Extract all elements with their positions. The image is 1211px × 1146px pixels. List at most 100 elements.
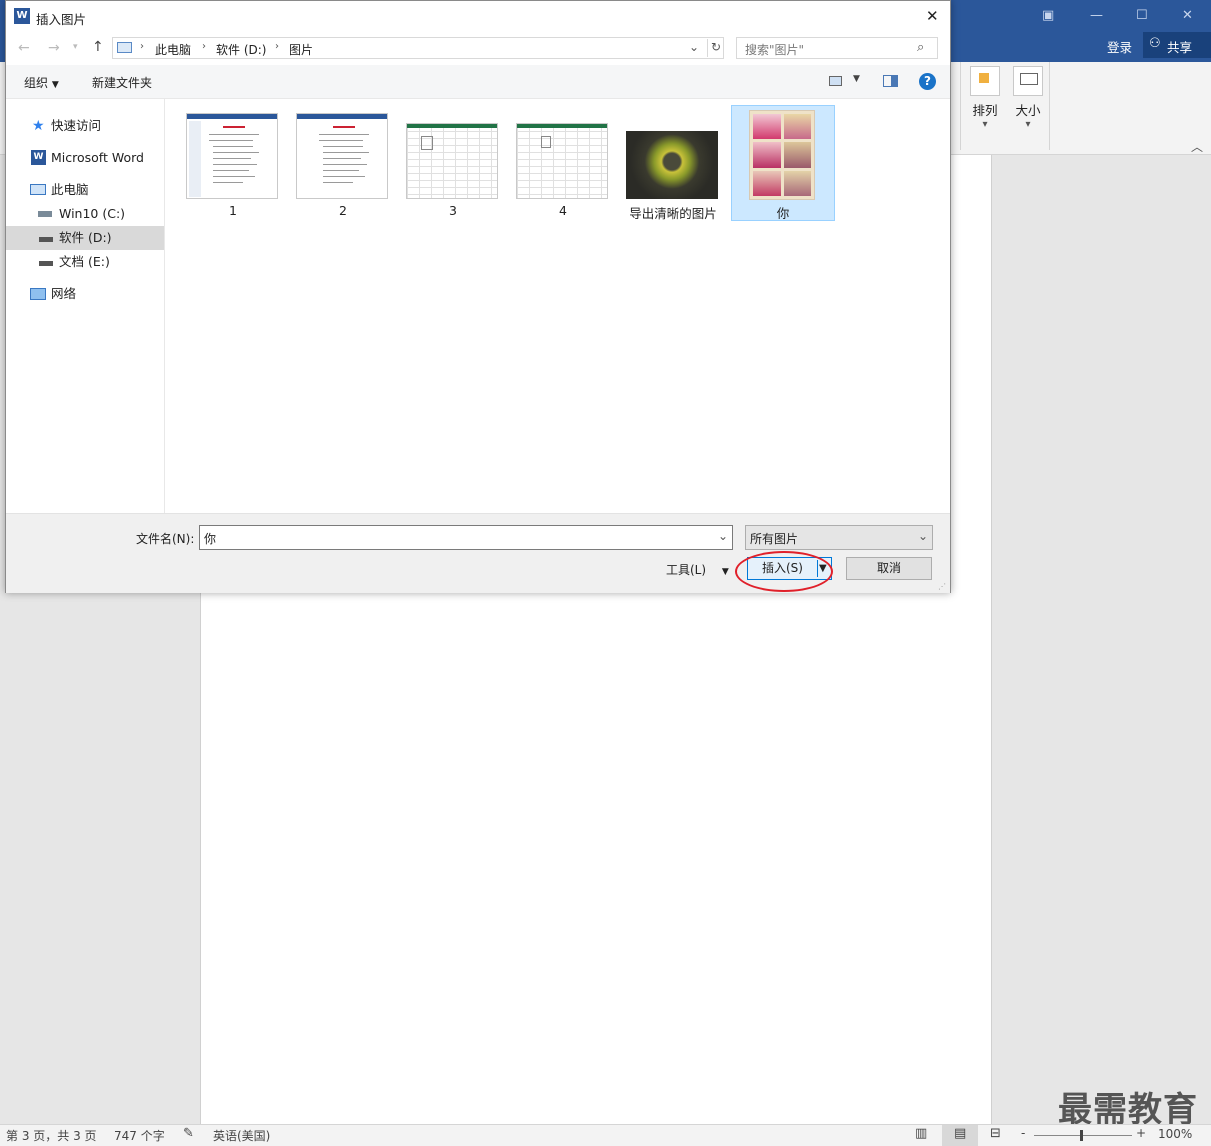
document-thumbnail: [186, 113, 278, 199]
dialog-footer: 文件名(N): 你 ⌄ 所有图片 ⌄ 工具(L) ▼ 插入(S) ▼ 取消 ⋰: [6, 513, 950, 593]
file-item[interactable]: 4: [511, 105, 615, 221]
proofing-icon[interactable]: ✎: [183, 1126, 194, 1141]
word-app-icon: W: [14, 8, 30, 24]
read-mode-icon[interactable]: ▥: [915, 1126, 927, 1141]
print-layout-icon[interactable]: ▤: [942, 1125, 978, 1146]
organize-label: 组织: [24, 76, 49, 90]
tools-button[interactable]: 工具(L) ▼: [666, 561, 729, 578]
address-bar[interactable]: › 此电脑 › 软件 (D:) › 图片 ⌄ ↻: [112, 37, 724, 59]
nav-drive-e[interactable]: 文档 (E:): [6, 250, 164, 274]
breadcrumb-drive-d[interactable]: 软件 (D:): [216, 41, 266, 58]
breadcrumb-pictures[interactable]: 图片: [289, 41, 313, 58]
close-icon[interactable]: ✕: [926, 7, 939, 25]
filename-combobox[interactable]: 你 ⌄: [199, 525, 733, 550]
share-label: 共享: [1167, 40, 1193, 55]
annotation-circle: [735, 551, 833, 592]
nav-label: 软件 (D:): [59, 230, 112, 245]
document-thumbnail: [296, 113, 388, 199]
nav-network[interactable]: 网络: [6, 282, 164, 306]
breadcrumb-separator: ›: [140, 41, 144, 52]
forward-icon[interactable]: →: [48, 40, 60, 56]
file-item[interactable]: 3: [401, 105, 505, 221]
breadcrumb-separator: ›: [202, 41, 206, 52]
filename-input[interactable]: 你: [204, 530, 216, 547]
chevron-down-icon: ▾: [982, 119, 988, 130]
cancel-button[interactable]: 取消: [846, 557, 932, 580]
ribbon-divider: [960, 62, 961, 150]
chevron-down-icon[interactable]: ⌄: [918, 529, 928, 543]
organize-button[interactable]: 组织 ▼: [24, 74, 59, 91]
search-input[interactable]: 搜索"图片": [745, 41, 804, 58]
file-item[interactable]: 2: [291, 105, 395, 221]
insert-picture-dialog: W 插入图片 ✕ ← → ▾ ↑ › 此电脑 › 软件 (D:) › 图片 ⌄ …: [5, 0, 951, 593]
new-folder-button[interactable]: 新建文件夹: [92, 74, 152, 91]
file-item[interactable]: 1: [181, 105, 285, 221]
nav-microsoft-word[interactable]: W Microsoft Word: [6, 146, 164, 170]
status-bar: 第 3 页，共 3 页 747 个字 ✎ 英语(美国) ▥ ▤ ⊟ - + 10…: [0, 1124, 1211, 1146]
breadcrumb-this-pc[interactable]: 此电脑: [155, 41, 191, 58]
view-icon[interactable]: [829, 76, 842, 86]
search-icon[interactable]: ⌕: [917, 40, 924, 55]
drive-icon: [39, 237, 53, 242]
resize-grip-icon[interactable]: ⋰: [938, 582, 946, 591]
login-link[interactable]: 登录: [1107, 37, 1132, 56]
chevron-down-icon: ▼: [51, 80, 59, 90]
maximize-icon[interactable]: ☐: [1136, 8, 1148, 23]
nav-quick-access[interactable]: ★ 快速访问: [6, 114, 164, 138]
word-count[interactable]: 747 个字: [114, 1127, 165, 1144]
navigation-pane: ★ 快速访问 W Microsoft Word 此电脑 Win10 (C:) 软…: [6, 99, 165, 513]
nav-drive-c[interactable]: Win10 (C:): [6, 202, 164, 226]
command-bar: 组织 ▼ 新建文件夹 ▼ ?: [6, 65, 950, 99]
zoom-slider-thumb[interactable]: [1080, 1130, 1083, 1141]
spreadsheet-thumbnail: [406, 123, 498, 199]
up-icon[interactable]: ↑: [92, 39, 104, 55]
zoom-out-button[interactable]: -: [1021, 1126, 1025, 1140]
zoom-in-button[interactable]: +: [1136, 1126, 1146, 1140]
back-icon[interactable]: ←: [18, 40, 30, 56]
chevron-down-icon: ▼: [721, 567, 729, 577]
chevron-down-icon[interactable]: ⌄: [689, 40, 699, 54]
word-icon: W: [31, 150, 46, 165]
file-item[interactable]: 导出清晰的图片: [621, 105, 725, 221]
minimize-icon[interactable]: —: [1090, 8, 1103, 23]
share-button[interactable]: ⚇ 共享: [1143, 32, 1211, 58]
nav-label: Microsoft Word: [51, 150, 144, 165]
web-layout-icon[interactable]: ⊟: [990, 1126, 1001, 1141]
nav-this-pc[interactable]: 此电脑: [6, 178, 164, 202]
ribbon-divider: [1049, 62, 1050, 150]
file-name: 1: [229, 203, 237, 218]
nav-label: 快速访问: [51, 118, 102, 133]
search-box[interactable]: 搜索"图片" ⌕: [736, 37, 938, 59]
file-item-selected[interactable]: 你: [731, 105, 835, 221]
size-label: 大小: [1015, 103, 1041, 118]
tools-label: 工具(L): [666, 563, 707, 577]
spreadsheet-thumbnail: [516, 123, 608, 199]
collapse-ribbon-icon[interactable]: ︿: [1191, 138, 1203, 155]
chevron-down-icon[interactable]: ⌄: [718, 529, 728, 543]
language-indicator[interactable]: 英语(美国): [213, 1127, 270, 1144]
drive-icon: [39, 261, 53, 266]
help-icon[interactable]: ?: [919, 73, 936, 90]
zoom-slider[interactable]: [1034, 1135, 1132, 1136]
filetype-select[interactable]: 所有图片 ⌄: [745, 525, 933, 550]
arrange-icon: [970, 66, 1000, 96]
address-row: ← → ▾ ↑ › 此电脑 › 软件 (D:) › 图片 ⌄ ↻ 搜索"图片" …: [6, 35, 950, 63]
ribbon-display-icon[interactable]: ▣: [1042, 8, 1054, 23]
page-count[interactable]: 第 3 页，共 3 页: [6, 1127, 97, 1144]
view-dropdown-icon[interactable]: ▼: [853, 74, 860, 84]
nav-drive-d[interactable]: 软件 (D:): [6, 226, 164, 250]
person-icon: ⚇: [1149, 36, 1161, 51]
chevron-down-icon: ▾: [1025, 119, 1031, 130]
recent-dropdown-icon[interactable]: ▾: [73, 42, 78, 52]
dialog-title: 插入图片: [36, 12, 87, 27]
zoom-level[interactable]: 100%: [1158, 1127, 1192, 1141]
preview-pane-icon[interactable]: [883, 75, 898, 87]
computer-icon: [30, 184, 46, 195]
network-icon: [30, 288, 46, 300]
nav-label: 此电脑: [51, 182, 89, 197]
file-name: 4: [559, 203, 567, 218]
size-icon: [1013, 66, 1043, 96]
close-window-icon[interactable]: ✕: [1182, 8, 1193, 23]
refresh-icon[interactable]: ↻: [711, 40, 721, 54]
arrange-label: 排列: [972, 103, 998, 118]
